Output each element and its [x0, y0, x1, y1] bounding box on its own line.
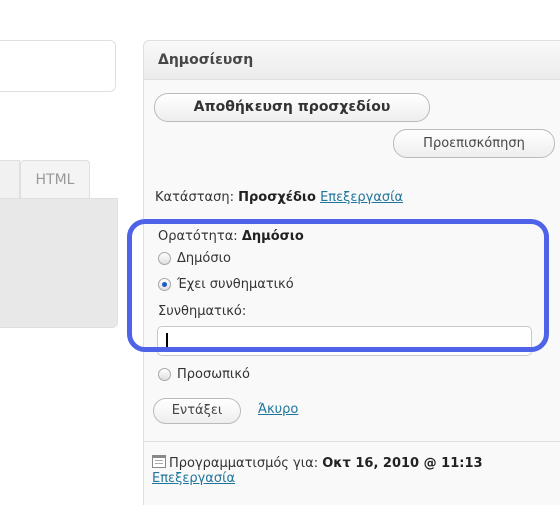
editor-toolbar-area — [0, 198, 118, 328]
preview-button[interactable]: Προεπισκόπηση — [393, 129, 555, 158]
editor-tabs: HTML — [0, 160, 118, 198]
radio-private[interactable] — [158, 368, 171, 381]
highlight-annotation — [127, 219, 549, 352]
post-title-input[interactable] — [0, 40, 116, 92]
status-edit-link[interactable]: Επεξεργασία — [320, 190, 403, 205]
cancel-link[interactable]: Άκυρο — [258, 402, 298, 417]
calendar-icon — [152, 455, 166, 468]
tab-html[interactable]: HTML — [20, 160, 90, 198]
schedule-value: Οκτ 16, 2010 @ 11:13 — [322, 456, 483, 471]
schedule-edit-link[interactable]: Επεξεργασία — [152, 471, 235, 486]
tab-visual[interactable] — [0, 160, 20, 198]
publish-box-title: Δημοσίευση — [144, 41, 560, 80]
status-value: Προσχέδιο — [238, 190, 316, 205]
schedule-divider — [144, 441, 560, 442]
status-row: Κατάσταση: Προσχέδιο Επεξεργασία — [155, 190, 403, 205]
schedule-row: Προγραμματισμός για: Οκτ 16, 2010 @ 11:1… — [152, 455, 542, 486]
radio-private-label: Προσωπικό — [177, 367, 250, 382]
status-label: Κατάσταση: — [155, 190, 234, 205]
visibility-option-private[interactable]: Προσωπικό — [158, 367, 250, 382]
save-draft-button[interactable]: Αποθήκευση προσχεδίου — [154, 93, 430, 122]
schedule-label: Προγραμματισμός για: — [169, 456, 319, 471]
ok-button[interactable]: Εντάξει — [153, 398, 241, 424]
